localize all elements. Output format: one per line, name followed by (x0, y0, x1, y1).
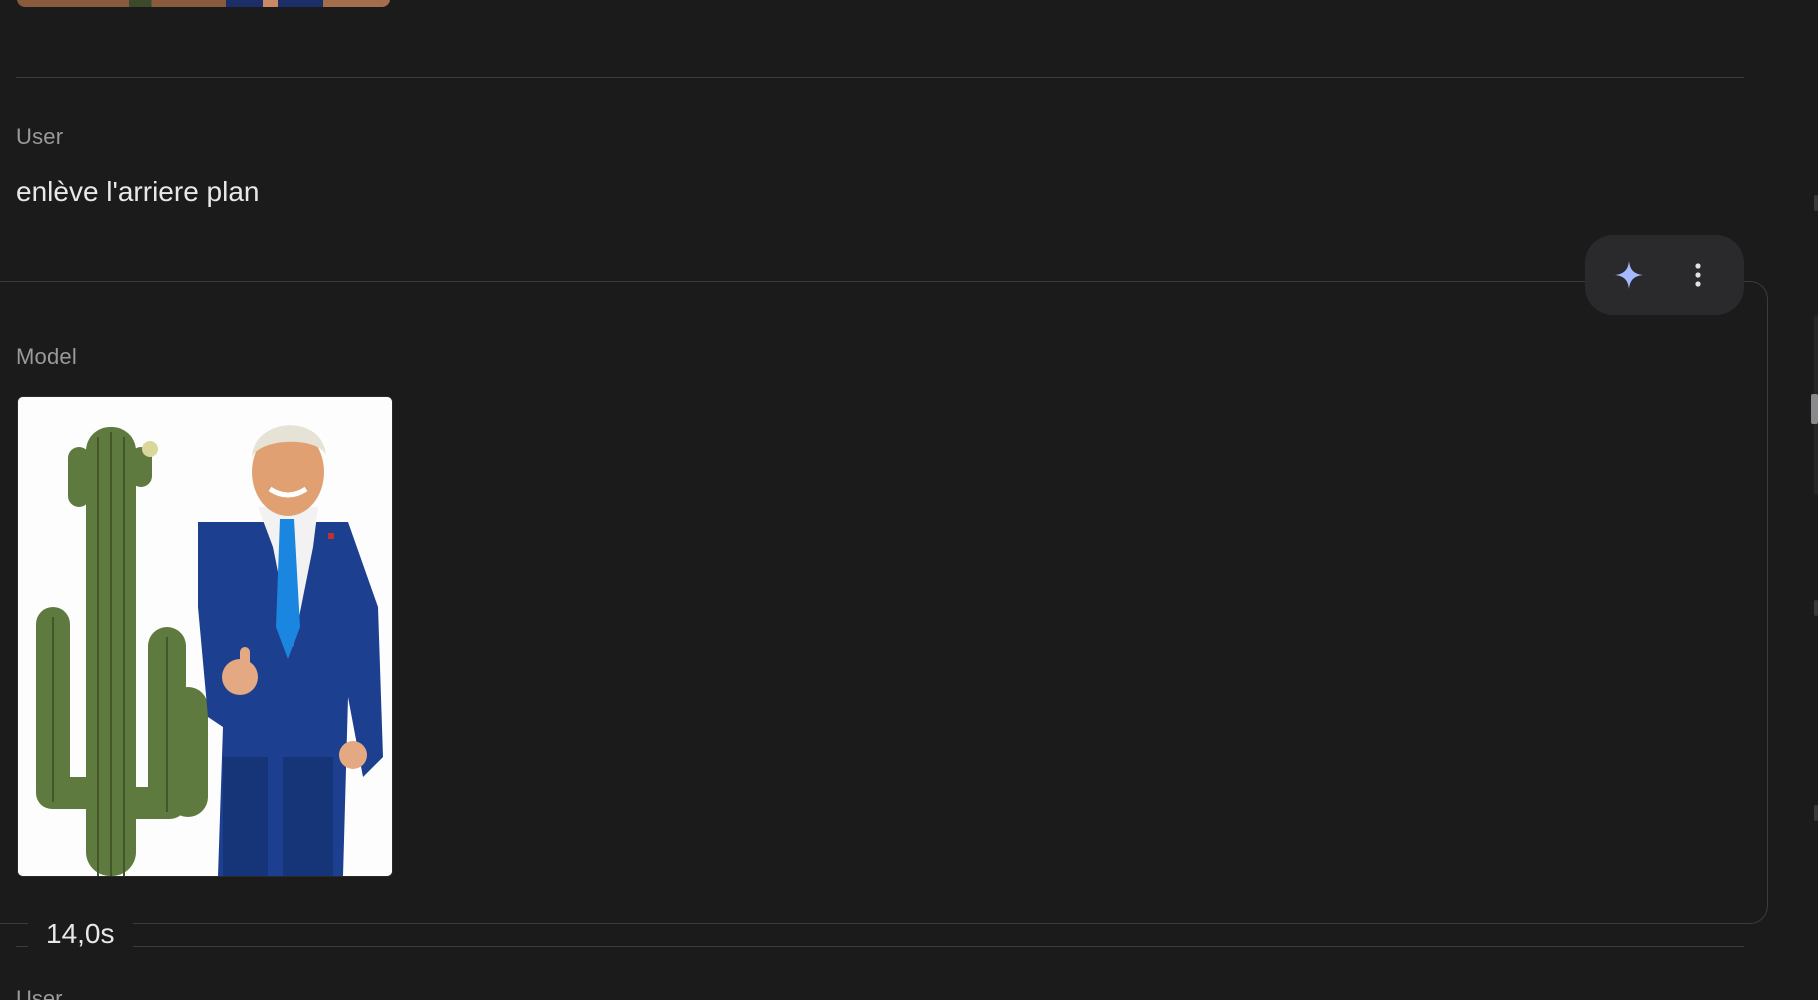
chat-view: User enlève l'arriere plan Model 14,0s U… (0, 0, 1818, 1000)
elapsed-time: 14,0s (28, 918, 133, 950)
user-role-label: User (16, 124, 64, 149)
previous-image-thumbnail[interactable] (17, 0, 390, 7)
model-role-label: Model (16, 344, 77, 369)
sparkle-icon[interactable] (1611, 257, 1647, 293)
turn-divider (16, 77, 1744, 78)
next-role-label: User (16, 986, 63, 1000)
more-vert-icon[interactable] (1680, 257, 1716, 293)
generated-image[interactable] (17, 396, 393, 877)
response-actions (1585, 235, 1744, 315)
user-message: enlève l'arriere plan (16, 176, 260, 207)
turn-divider (16, 946, 1744, 947)
